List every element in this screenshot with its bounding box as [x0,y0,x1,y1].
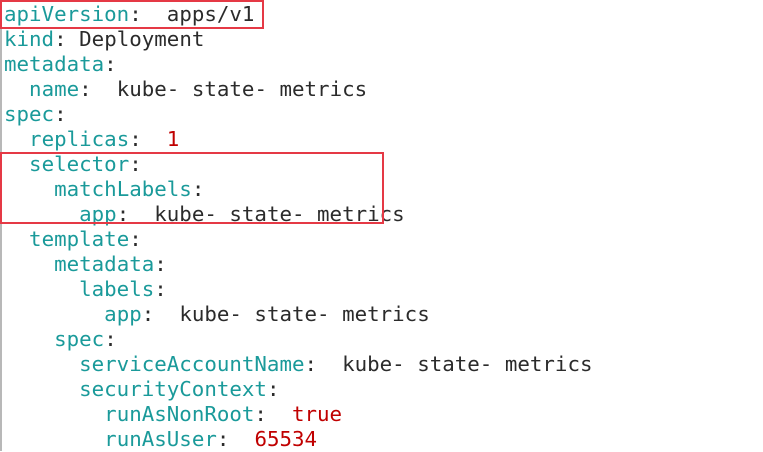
yaml-line: metadata: [4,52,117,76]
yaml-value: kube- state- metrics [342,352,593,376]
yaml-line: app: kube- state- metrics [104,302,430,326]
yaml-key: serviceAccountName [79,352,305,376]
yaml-value: 1 [166,127,180,151]
yaml-line: serviceAccountName: kube- state- metrics [79,352,593,376]
yaml-key: replicas [29,127,130,151]
yaml-line: runAsUser: 65534 [104,427,318,451]
yaml-line: spec: [54,327,117,351]
yaml-value: kube- state- metrics [116,77,368,101]
yaml-key: runAsNonRoot [104,402,255,426]
yaml-line: kind: Deployment [4,27,205,51]
yaml-line: name: kube- state- metrics [29,77,368,101]
yaml-line: template: [29,227,142,251]
yaml-key: labels [79,277,155,301]
yaml-value: kube- state- metrics [179,302,430,326]
yaml-line: replicas: 1 [29,127,180,151]
yaml-key: app [104,302,142,326]
yaml-value: Deployment [79,27,205,51]
yaml-line: metadata: [54,252,167,276]
yaml-key: metadata [54,252,155,276]
yaml-line: labels: [79,277,167,301]
yaml-key: spec [54,327,105,351]
yaml-line: runAsNonRoot: true [104,402,343,426]
yaml-key: name [29,77,80,101]
yaml-value: true [292,402,343,426]
yaml-key: metadata [4,52,105,76]
yaml-key: securityContext [79,377,267,401]
highlight-box-selector [0,152,384,224]
yaml-value: 65534 [254,427,318,451]
yaml-line: spec: [4,102,67,126]
yaml-line: securityContext: [79,377,280,401]
yaml-key: spec [4,102,55,126]
yaml-key: kind [4,27,55,51]
highlight-box-apiversion [0,0,264,29]
yaml-key: template [29,227,130,251]
yaml-editor[interactable]: apiVersion: apps/v1 kind: Deployment met… [0,0,763,451]
yaml-key: runAsUser [104,427,217,451]
